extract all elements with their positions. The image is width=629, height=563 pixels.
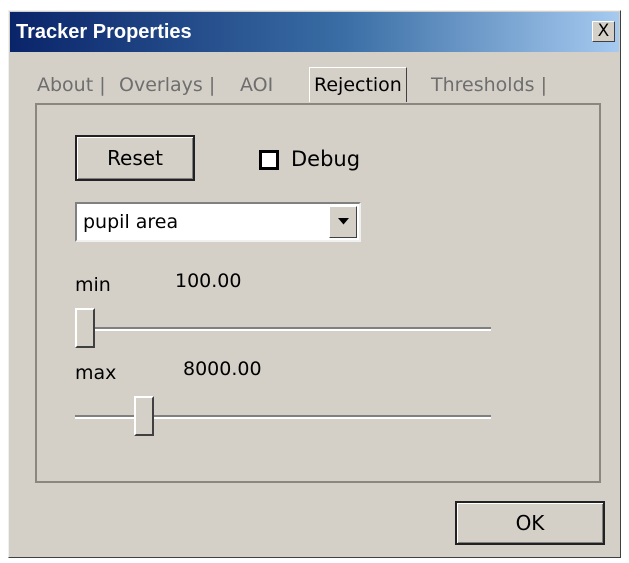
max-label: max <box>75 362 117 384</box>
ok-button[interactable]: OK <box>455 501 605 545</box>
tab-strip: About | Overlays | AOI Rejection Thresho… <box>27 67 607 103</box>
rejection-panel: Reset Debug pupil area min 100.00 max 80… <box>35 103 601 483</box>
debug-checkbox[interactable] <box>259 150 279 170</box>
tab-overlays[interactable]: Overlays | <box>119 71 215 99</box>
tab-thresholds[interactable]: Thresholds | <box>431 71 547 99</box>
tab-separator: | <box>540 74 547 96</box>
tab-rejection[interactable]: Rejection <box>309 67 407 102</box>
title-bar[interactable]: Tracker Properties X <box>10 12 619 52</box>
close-button[interactable]: X <box>592 21 615 42</box>
dropdown-arrow-button[interactable] <box>329 206 357 238</box>
tab-separator: | <box>208 74 216 96</box>
tab-about[interactable]: About | <box>37 71 106 99</box>
debug-label[interactable]: Debug <box>291 147 360 171</box>
min-value: 100.00 <box>175 270 242 292</box>
tracker-properties-dialog: Tracker Properties X About | Overlays | … <box>8 10 621 558</box>
measure-select[interactable]: pupil area <box>75 202 361 242</box>
close-icon: X <box>597 21 610 41</box>
window-title: Tracker Properties <box>16 21 192 43</box>
measure-select-value: pupil area <box>83 211 179 233</box>
reset-button[interactable]: Reset <box>75 135 195 181</box>
min-label: min <box>75 274 111 296</box>
tab-separator: | <box>99 74 106 96</box>
min-slider-thumb[interactable] <box>75 308 95 348</box>
max-value: 8000.00 <box>183 358 262 380</box>
max-slider-thumb[interactable] <box>134 396 155 436</box>
min-slider-track[interactable] <box>75 327 491 331</box>
dropdown-arrow-icon <box>338 218 349 225</box>
tab-aoi[interactable]: AOI <box>240 71 273 99</box>
